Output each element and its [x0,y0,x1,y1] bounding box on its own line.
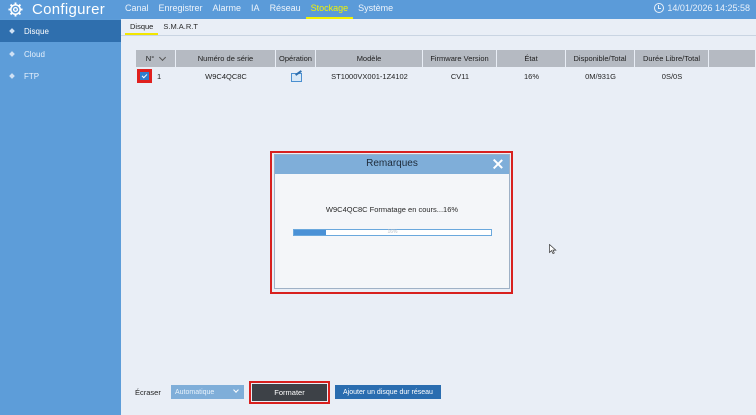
row-operation [276,67,316,85]
row-model: ST1000VX001-1Z4102 [331,71,408,81]
column-header-num[interactable]: N° [136,50,176,67]
column-header-label: N° [145,54,155,63]
sidebar-item-ftp[interactable]: FTP [0,65,121,87]
column-header-firmware: Firmware Version [423,50,497,67]
divider [121,35,756,36]
chevron-down-icon [159,53,167,61]
top-bar: Configurer Canal Enregistrer Alarme IA R… [0,0,756,19]
nav-canal[interactable]: Canal [120,0,154,19]
sidebar-item-cloud[interactable]: Cloud [0,43,121,65]
dialog-header: Remarques [275,155,509,174]
row-duration: 0S/0S [661,71,683,81]
row-firmware: CV11 [450,71,470,81]
row-state: 16% [523,71,539,81]
dialog-title: Remarques [366,158,418,169]
tab-smart[interactable]: S.M.A.R.T [158,21,203,35]
remarks-dialog: Remarques W9C4QC8C Formatage en cours...… [274,154,510,289]
row-select-cell: 1 [136,67,176,85]
sidebar-item-label: FTP [24,71,40,81]
nav-stockage[interactable]: Stockage [305,0,354,19]
tab-disque[interactable]: Disque [125,21,159,35]
overwrite-select[interactable]: Automatique [171,385,244,399]
edit-icon[interactable] [290,72,302,82]
nav-alarme[interactable]: Alarme [208,0,247,19]
close-icon[interactable] [493,159,503,169]
format-status-message: W9C4QC8C Formatage en cours...16% [325,205,459,214]
overwrite-select-value: Automatique [175,388,215,396]
bullet-icon [9,51,15,57]
table-header: N° Numéro de série Opération Modèle Firm… [136,50,756,67]
column-header-duration: Durée Libre/Total [635,50,709,67]
sidebar-item-label: Disque [24,26,49,36]
table-row: 1 W9C4QC8C ST1000VX001-1Z4102 CV11 16% 0… [136,67,756,85]
row-number: 1 [157,71,162,81]
row-empty [709,67,756,85]
clock-icon [654,3,665,13]
row-available: 0M/931G [585,71,616,81]
overwrite-label: Écraser [135,388,161,397]
row-serial: W9C4QC8C [205,71,247,81]
add-network-disk-button[interactable]: Ajouter un disque dur réseau [335,385,441,399]
datetime-text: 14/01/2026 14:25:58 [667,3,750,13]
gear-icon [8,2,23,17]
format-progress-bar: 16% [293,229,492,236]
column-header-operation: Opération [276,50,316,67]
datetime-display: 14/01/2026 14:25:58 [654,3,750,13]
format-button[interactable]: Formater [252,384,327,401]
app-title: Configurer [32,1,106,18]
progress-label: 16% [387,229,398,235]
nav-reseau[interactable]: Réseau [265,0,306,19]
nav-systeme[interactable]: Système [353,0,398,19]
column-header-empty [709,50,756,67]
mouse-cursor-icon [549,244,557,254]
row-checkbox[interactable] [137,69,152,83]
sidebar-item-label: Cloud [24,49,45,59]
column-header-model: Modèle [316,50,423,67]
column-header-available: Disponible/Total [566,50,635,67]
bullet-icon [9,73,15,79]
bullet-icon [9,28,15,34]
nav-enregistrer[interactable]: Enregistrer [154,0,208,19]
nav-ia[interactable]: IA [246,0,265,19]
top-nav: Canal Enregistrer Alarme IA Réseau Stock… [120,0,398,19]
chevron-down-icon [233,387,239,393]
column-header-state: État [497,50,566,67]
subtabs: Disque S.M.A.R.T [125,21,203,35]
sidebar: Disque Cloud FTP [0,19,121,415]
disk-table: N° Numéro de série Opération Modèle Firm… [136,50,756,85]
column-header-serial: Numéro de série [176,50,276,67]
sidebar-item-disque[interactable]: Disque [0,20,121,42]
